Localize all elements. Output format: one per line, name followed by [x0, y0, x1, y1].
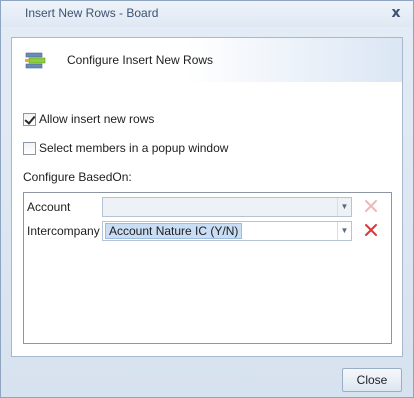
based-on-list: Account ▼ Intercompany Account Nature IC… — [23, 192, 392, 344]
window-title: Insert New Rows - Board — [25, 6, 159, 20]
header-title: Configure Insert New Rows — [67, 53, 214, 67]
based-on-row-intercompany: Intercompany Account Nature IC (Y/N) ▼ — [24, 220, 391, 242]
based-on-label: Configure BasedOn: — [23, 170, 132, 184]
dropdown-arrow-icon[interactable]: ▼ — [337, 198, 351, 216]
content-panel: Configure Insert New Rows Allow insert n… — [11, 37, 403, 357]
popup-window-checkbox[interactable] — [23, 141, 36, 155]
allow-insert-checkbox[interactable] — [23, 112, 36, 126]
title-bar: Insert New Rows - Board x — [1, 1, 413, 27]
delete-icon[interactable] — [364, 199, 378, 213]
delete-icon[interactable] — [364, 223, 378, 237]
allow-insert-label: Allow insert new rows — [39, 112, 155, 126]
window-close-icon[interactable]: x — [389, 6, 403, 20]
popup-window-label: Select members in a popup window — [39, 141, 229, 155]
based-on-row-account: Account ▼ — [24, 196, 391, 218]
dialog-window: Insert New Rows - Board x Configure Inse… — [0, 0, 414, 398]
intercompany-dropdown[interactable]: Account Nature IC (Y/N) ▼ — [102, 221, 352, 241]
row-label: Account — [27, 200, 71, 214]
row-label: Intercompany — [27, 224, 100, 238]
popup-window-option[interactable]: Select members in a popup window — [23, 140, 228, 156]
dropdown-value: Account Nature IC (Y/N) — [105, 223, 243, 239]
header-band: Configure Insert New Rows — [12, 38, 402, 82]
allow-insert-option[interactable]: Allow insert new rows — [23, 111, 154, 127]
dropdown-arrow-icon[interactable]: ▼ — [337, 222, 351, 240]
close-button[interactable]: Close — [342, 368, 402, 392]
dropdown-value — [105, 199, 111, 215]
account-dropdown[interactable]: ▼ — [102, 197, 352, 217]
insert-rows-icon — [25, 52, 46, 69]
